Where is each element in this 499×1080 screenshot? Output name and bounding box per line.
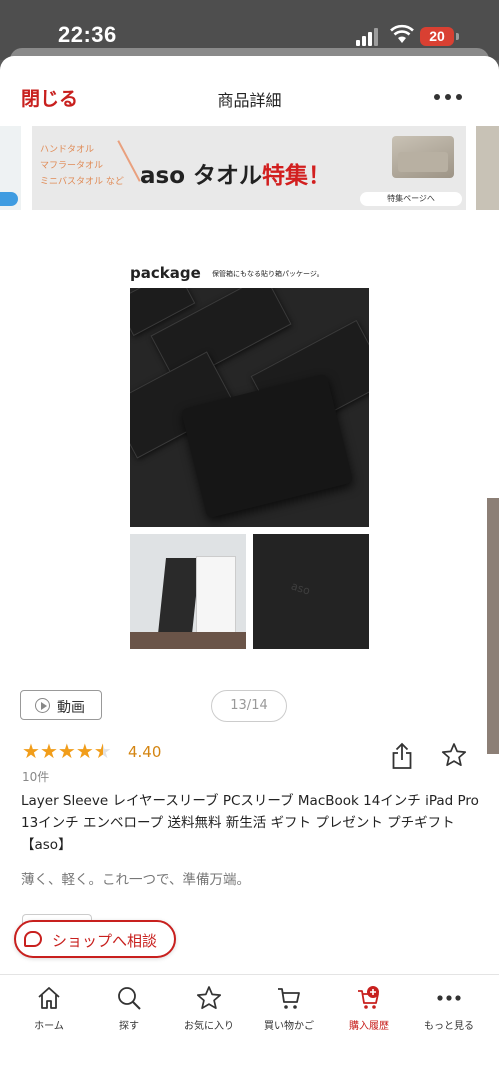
towel-image [392, 136, 454, 178]
tab-favorites[interactable]: お気に入り [168, 985, 250, 1045]
banner-headline-highlight: 特集！ [262, 163, 332, 189]
share-icon[interactable] [391, 742, 413, 770]
half-star-icon: ★ [93, 739, 112, 763]
star-icon: ★ [22, 739, 40, 763]
package-photo-shelf [130, 534, 246, 649]
banner-prev-peek[interactable] [0, 126, 21, 210]
package-photo-main [130, 288, 369, 527]
banner-headline: aso タオル特集！ [140, 156, 331, 190]
more-icon [437, 995, 461, 1001]
rating-value[interactable]: 4.40 [128, 743, 161, 761]
review-count[interactable]: 10件 [22, 768, 49, 785]
tab-label: 買い物かご [264, 1021, 314, 1032]
tab-label: 購入履歴 [349, 1021, 389, 1032]
banner-item: ハンドタオル [40, 145, 95, 155]
tab-cart[interactable]: 買い物かご [248, 985, 330, 1045]
tab-label: お気に入り [184, 1021, 234, 1032]
favorite-star-icon[interactable] [441, 742, 467, 768]
tab-search[interactable]: 探す [88, 985, 170, 1045]
tab-more[interactable]: もっと見る [408, 985, 490, 1045]
banner-item-list: ハンドタオル マフラータオル ミニバスタオル など [40, 142, 124, 190]
page-title: 商品詳細 [217, 91, 282, 110]
tab-bar: ホーム 探す お気に入り 買い物かご 購入履歴 もっと見る [0, 974, 499, 1080]
tab-home[interactable]: ホーム [8, 985, 90, 1045]
video-label: 動画 [57, 700, 85, 716]
banner-headline-prefix: aso タオル [140, 163, 263, 189]
battery-icon: 20 [420, 27, 454, 46]
rating-stars[interactable]: ★★★★★ [22, 740, 112, 762]
shop-consult-button[interactable]: ショップへ相談 [14, 920, 176, 958]
banner-next-peek[interactable] [476, 126, 499, 210]
package-subtitle: 保管箱にもなる貼り箱パッケージ。 [212, 270, 324, 278]
product-image[interactable]: package 保管箱にもなる貼り箱パッケージ。 aso [0, 228, 499, 754]
signal-icon [356, 28, 382, 46]
battery-nub [456, 33, 459, 40]
star-icon: ★ [39, 739, 58, 763]
tab-label: ホーム [34, 1021, 64, 1032]
banner-feature-button[interactable]: 特集ページへ [360, 192, 462, 206]
status-time: 22:36 [58, 22, 117, 47]
promo-banner[interactable]: ハンドタオル マフラータオル ミニバスタオル など aso タオル特集！ 特集ペ… [32, 126, 466, 210]
package-title: package [130, 264, 201, 282]
banner-item: マフラータオル [40, 161, 104, 171]
aso-logo: aso [289, 579, 312, 598]
package-photo-logo: aso [253, 534, 369, 649]
video-button[interactable]: 動画 [20, 690, 102, 720]
tab-label: 探す [119, 1021, 139, 1032]
star-icon: ★ [57, 739, 76, 763]
play-icon [35, 698, 50, 713]
star-icon [196, 986, 222, 1010]
next-image-peek[interactable] [487, 498, 499, 754]
history-icon [358, 986, 379, 1009]
home-icon [38, 987, 60, 1009]
search-icon [118, 987, 141, 1010]
more-options-icon[interactable] [434, 94, 464, 102]
star-icon: ★ [75, 739, 94, 763]
product-catchphrase: 薄く、軽く。これ一つで、準備万端。 [21, 872, 250, 888]
tab-label: もっと見る [424, 1021, 474, 1032]
tab-history[interactable]: 購入履歴 [328, 985, 410, 1045]
cart-icon [278, 988, 300, 1009]
chat-icon [24, 931, 42, 947]
wifi-icon [390, 24, 414, 43]
banner-item: ミニバスタオル など [40, 177, 124, 187]
product-name: Layer Sleeve レイヤースリーブ PCスリーブ MacBook 14イ… [21, 793, 479, 853]
nav-bar: 閉じる 商品詳細 [0, 56, 499, 120]
product-detail-sheet: 閉じる 商品詳細 ハンドタオル マフラータオル ミニバスタオル など aso タ… [0, 56, 499, 1080]
shop-consult-label: ショップへ相談 [52, 932, 158, 950]
image-counter: 13/14 [211, 690, 287, 722]
